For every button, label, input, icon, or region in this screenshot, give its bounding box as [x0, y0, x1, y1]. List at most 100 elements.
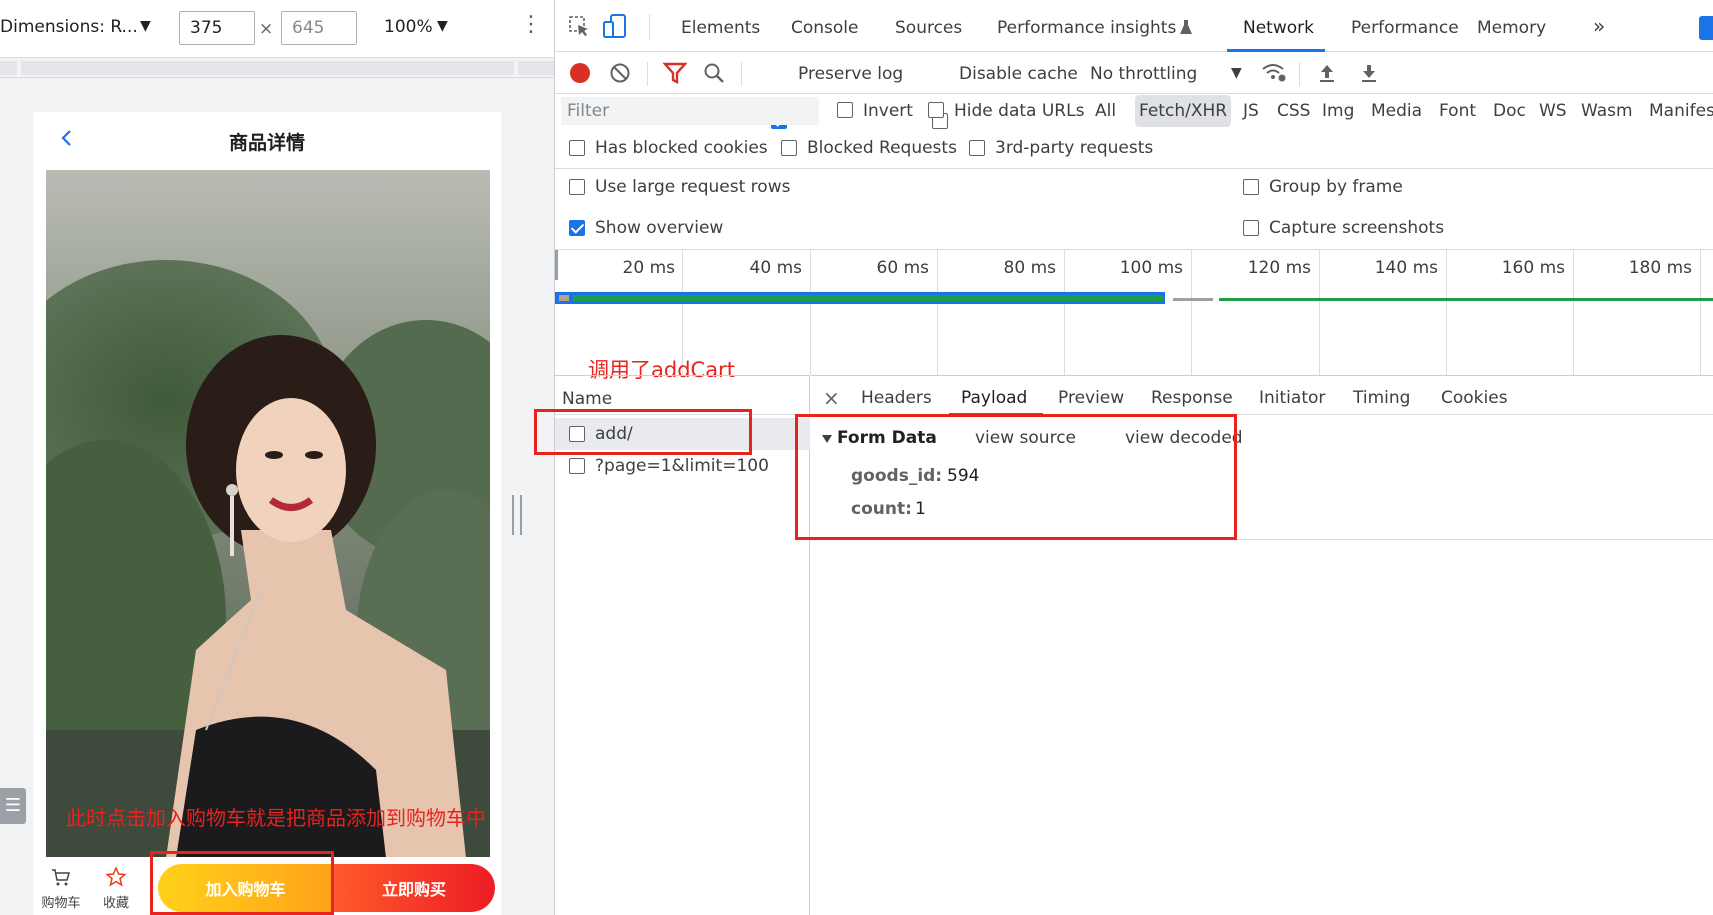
more-options-icon[interactable]: ⋮ [520, 14, 542, 36]
detail-tab-response[interactable]: Response [1151, 388, 1233, 408]
overview-tick-label: 140 ms [1374, 258, 1438, 278]
type-filter-img[interactable]: Img [1318, 95, 1358, 127]
zoom-dropdown[interactable]: 100% [384, 17, 433, 37]
show-overview-checkbox[interactable] [569, 220, 585, 236]
filter-icon[interactable] [663, 62, 687, 84]
product-image [46, 170, 490, 858]
detail-tab-cookies[interactable]: Cookies [1441, 388, 1508, 408]
type-filter-wasm[interactable]: Wasm [1577, 95, 1637, 127]
overview-tick-label: 180 ms [1628, 258, 1692, 278]
throttling-caret-icon[interactable]: ▼ [1231, 65, 1242, 81]
toolbar-divider [1299, 62, 1300, 86]
tab-memory[interactable]: Memory [1477, 18, 1546, 38]
request-list: Name add/ ?page=1&limit=100 [555, 375, 810, 915]
dimensions-dropdown[interactable]: Dimensions: R... [0, 17, 138, 37]
dimensions-caret-icon[interactable]: ▼ [140, 18, 151, 34]
more-tabs-icon[interactable]: » [1593, 14, 1605, 38]
overview-tick-label: 100 ms [1119, 258, 1183, 278]
capture-screenshots-label: Capture screenshots [1269, 218, 1445, 238]
network-conditions-icon[interactable] [1261, 61, 1287, 83]
toolbar-divider [649, 14, 650, 40]
tab-sources[interactable]: Sources [895, 18, 962, 38]
detail-tab-headers[interactable]: Headers [861, 388, 932, 408]
tab-network[interactable]: Network [1243, 18, 1314, 38]
zoom-caret-icon[interactable]: ▼ [437, 18, 448, 34]
cart-icon [52, 869, 70, 886]
ruler-segment[interactable] [21, 61, 514, 75]
ruler-segment[interactable] [0, 61, 17, 75]
close-detail-icon[interactable]: × [823, 386, 840, 410]
export-har-icon[interactable] [1359, 62, 1379, 84]
device-toolbar: Dimensions: R... ▼ × 100% ▼ ⋮ [0, 0, 554, 58]
type-filter-js[interactable]: JS [1239, 95, 1263, 127]
invert-checkbox[interactable] [837, 102, 853, 118]
blocked-cookies-checkbox[interactable] [569, 140, 585, 156]
overview-gridline [1573, 250, 1574, 375]
type-filter-ws[interactable]: WS [1535, 95, 1571, 127]
search-icon[interactable] [703, 62, 725, 84]
tab-elements[interactable]: Elements [681, 18, 760, 38]
large-rows-checkbox[interactable] [569, 179, 585, 195]
detail-tab-timing[interactable]: Timing [1353, 388, 1410, 408]
type-filter-fetch-xhr[interactable]: Fetch/XHR [1135, 95, 1232, 127]
annotation-add-to-cart-note: 此时点击加入购物车就是把商品添加到购物车中 [66, 806, 486, 830]
phone-screen: 商品详情 购物车 收藏 加入购物车 立即购买 [33, 112, 501, 915]
inspect-element-icon[interactable] [569, 16, 591, 38]
resize-handle[interactable] [512, 495, 522, 535]
type-filter-manifest[interactable]: Manifes [1645, 95, 1713, 127]
star-icon [106, 867, 126, 887]
cart-shortcut[interactable]: 购物车 [33, 857, 89, 915]
devtools-tab-bar: Elements Console Sources Performance ins… [555, 0, 1713, 52]
throttling-dropdown[interactable]: No throttling [1090, 64, 1197, 84]
detail-tab-payload[interactable]: Payload [961, 388, 1027, 408]
device-toggle-icon[interactable] [603, 14, 627, 40]
record-icon[interactable] [569, 62, 591, 84]
blocked-requests-label: Blocked Requests [807, 138, 957, 158]
overview-tick-label: 40 ms [749, 258, 802, 278]
flask-icon [1180, 20, 1192, 34]
type-filter-font[interactable]: Font [1435, 95, 1480, 127]
overview-tick-label: 60 ms [876, 258, 929, 278]
overview-tick-label: 120 ms [1247, 258, 1311, 278]
capture-screenshots-checkbox[interactable] [1243, 220, 1259, 236]
overview-tick-label: 160 ms [1501, 258, 1565, 278]
page-title: 商品详情 [228, 132, 305, 154]
hide-data-urls-checkbox[interactable] [928, 102, 944, 118]
toolbar-divider [647, 62, 648, 86]
request-type-icon [569, 458, 585, 474]
filter-input[interactable] [561, 97, 819, 125]
tab-console[interactable]: Console [791, 18, 859, 38]
overview-gridline [1191, 250, 1192, 375]
product-photo [46, 170, 490, 858]
import-har-icon[interactable] [1317, 62, 1337, 84]
request-name: ?page=1&limit=100 [595, 456, 769, 476]
overview-gridline [1700, 250, 1701, 375]
height-input[interactable] [281, 11, 357, 45]
annotation-box-add-request [534, 409, 752, 455]
type-filter-media[interactable]: Media [1367, 95, 1426, 127]
group-by-frame-checkbox[interactable] [1243, 179, 1259, 195]
type-filter-doc[interactable]: Doc [1489, 95, 1530, 127]
disable-cache-label: Disable cache [959, 64, 1078, 84]
blocked-requests-checkbox[interactable] [781, 140, 797, 156]
favorite-shortcut[interactable]: 收藏 [88, 857, 144, 915]
third-party-checkbox[interactable] [969, 140, 985, 156]
issues-badge-icon[interactable] [1699, 16, 1713, 40]
type-filter-css[interactable]: CSS [1273, 95, 1314, 127]
overview-window-handle[interactable] [555, 250, 558, 280]
width-input[interactable] [179, 11, 255, 45]
group-by-frame-label: Group by frame [1269, 177, 1403, 197]
detail-tab-preview[interactable]: Preview [1058, 388, 1124, 408]
detail-tab-initiator[interactable]: Initiator [1259, 388, 1325, 408]
menu-toggle-icon[interactable]: ☰ [0, 788, 26, 824]
detail-tab-bar: × Headers Payload Preview Response Initi… [811, 375, 1713, 416]
ruler-segment[interactable] [518, 61, 554, 75]
tab-performance-insights[interactable]: Performance insights [997, 18, 1176, 38]
buy-now-button[interactable]: 立即购买 [333, 864, 495, 912]
clear-icon[interactable] [609, 62, 631, 84]
phone-header: 商品详情 [33, 112, 501, 168]
hide-data-urls-label: Hide data URLs [954, 101, 1085, 121]
tab-performance[interactable]: Performance [1351, 18, 1459, 38]
type-filter-all[interactable]: All [1091, 95, 1120, 127]
overview-gridline [1446, 250, 1447, 375]
